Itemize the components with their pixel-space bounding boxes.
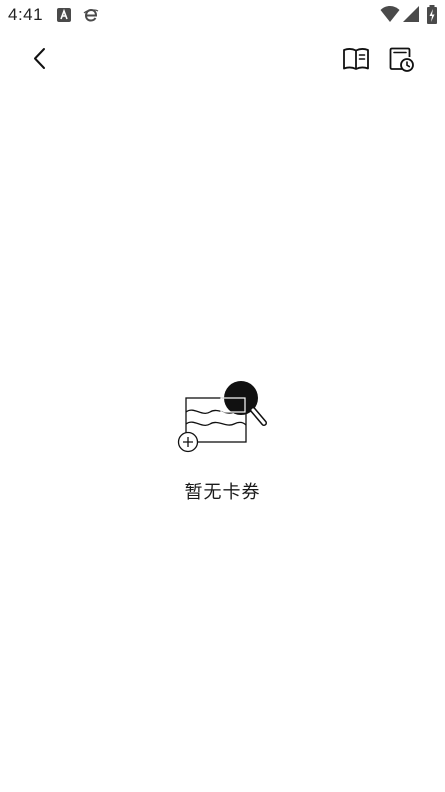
cell-signal-icon: [403, 6, 419, 22]
browser-e-icon: [83, 8, 99, 22]
status-bar: 4:41: [0, 0, 445, 30]
empty-state-message: 暂无卡券: [184, 482, 261, 503]
history-clock-icon: [389, 47, 414, 72]
guide-button[interactable]: [338, 38, 374, 78]
chevron-left-icon: [34, 48, 45, 69]
wifi-icon: [380, 6, 400, 22]
app-bar: [0, 36, 445, 80]
book-icon: [343, 48, 369, 70]
card-search-illustration: [177, 381, 267, 453]
history-button[interactable]: [383, 38, 419, 78]
a-letter-icon: [57, 8, 71, 22]
status-time: 4:41: [8, 5, 44, 24]
battery-charging-icon: [427, 5, 437, 24]
back-button[interactable]: [22, 38, 58, 78]
